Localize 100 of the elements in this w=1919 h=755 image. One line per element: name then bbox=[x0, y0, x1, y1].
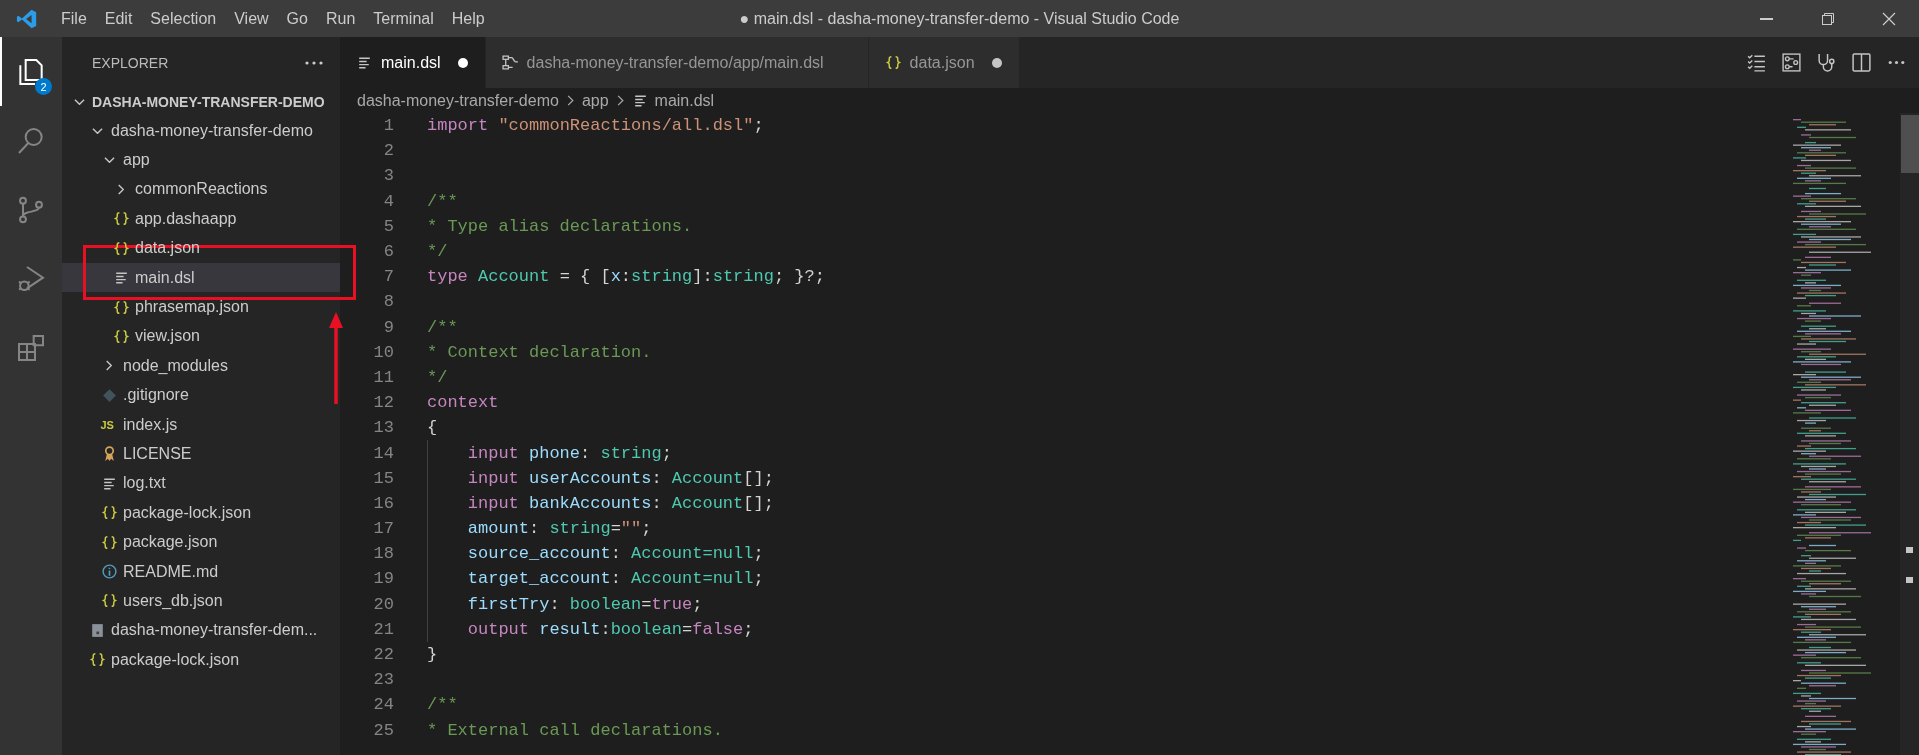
line-number: 9 bbox=[382, 317, 394, 337]
code-line: input userAccounts: Account[]; bbox=[467, 468, 774, 488]
line-number: 20 bbox=[372, 594, 394, 614]
line-number: 1 bbox=[382, 116, 394, 136]
split-editor-icon[interactable] bbox=[1851, 52, 1872, 73]
tree-item[interactable]: dasha-money-transfer-demo bbox=[62, 116, 340, 146]
braces-icon bbox=[112, 239, 130, 257]
code-line: context bbox=[427, 393, 499, 413]
line-number: 19 bbox=[372, 569, 394, 589]
line-number: 16 bbox=[372, 493, 394, 513]
code-line: * Type alias declarations. bbox=[427, 216, 693, 236]
code-line: { bbox=[427, 418, 438, 438]
tree-item[interactable]: users_db.json bbox=[62, 586, 340, 616]
code-line: /** bbox=[427, 317, 458, 337]
braces-icon bbox=[884, 54, 902, 71]
code-line: input bankAccounts: Account[]; bbox=[467, 493, 774, 513]
panel-title: EXPLORER bbox=[92, 54, 169, 71]
chevron-right-icon bbox=[118, 183, 124, 195]
code-line: /** bbox=[427, 695, 458, 715]
tree-item[interactable]: node_modules bbox=[62, 351, 340, 381]
tree-item[interactable]: JS index.js bbox=[62, 409, 340, 440]
code-line: amount: string=""; bbox=[467, 519, 652, 539]
breadcrumb-item[interactable]: main.dsl bbox=[631, 91, 715, 110]
code-line: */ bbox=[427, 367, 448, 387]
stethoscope-icon[interactable] bbox=[1816, 52, 1837, 73]
line-number: 10 bbox=[372, 342, 394, 362]
code-line: import "commonReactions/all.dsl"; bbox=[427, 116, 764, 136]
checklist-icon[interactable] bbox=[1746, 52, 1767, 73]
braces-icon bbox=[112, 327, 130, 345]
braces-icon bbox=[112, 210, 130, 228]
scrollbar-drawing[interactable] bbox=[1900, 113, 1919, 755]
editor-tab[interactable]: dasha-money-transfer-demo/app/main.dsl bbox=[485, 37, 869, 88]
tree-item[interactable]: LICENSE bbox=[62, 439, 340, 469]
editor-tab[interactable]: data.json bbox=[868, 37, 1020, 88]
line-number: 2 bbox=[382, 141, 394, 161]
code-line: source_account: Account=null; bbox=[467, 544, 764, 564]
breadcrumb-item[interactable]: app bbox=[581, 91, 609, 110]
code-line: firstTry: boolean=true; bbox=[467, 594, 703, 614]
tree-item[interactable]: package-lock.json bbox=[62, 645, 340, 675]
line-number: 21 bbox=[372, 619, 394, 639]
editor-tab[interactable]: main.dsl bbox=[340, 37, 486, 88]
tree-item[interactable]: package-lock.json bbox=[62, 498, 340, 528]
line-number: 3 bbox=[382, 166, 394, 186]
menu-item[interactable]: Edit bbox=[95, 9, 142, 28]
more-icon[interactable] bbox=[304, 59, 324, 66]
line-number: 11 bbox=[372, 367, 394, 387]
tree-item[interactable]: phrasemap.json bbox=[62, 292, 340, 322]
tree-item[interactable]: package.json bbox=[62, 527, 340, 557]
line-number: 25 bbox=[372, 720, 394, 740]
menu-item[interactable]: File bbox=[52, 9, 96, 28]
menu-item[interactable]: Terminal bbox=[364, 9, 443, 28]
unsaved-dot-icon bbox=[457, 57, 468, 68]
tree-item[interactable]: view.json bbox=[62, 321, 340, 352]
breadcrumb-item[interactable]: dasha-money-transfer-demo bbox=[357, 91, 559, 110]
line-number: 24 bbox=[372, 695, 394, 715]
menu-item[interactable]: Selection bbox=[141, 9, 226, 28]
braces-icon bbox=[88, 651, 106, 669]
tree-item[interactable]: .gitignore bbox=[62, 380, 340, 410]
close-icon bbox=[1880, 10, 1897, 27]
line-number: 17 bbox=[372, 519, 394, 539]
line-number: 15 bbox=[372, 468, 394, 488]
code-line: input phone: string; bbox=[467, 443, 672, 463]
line-number: 6 bbox=[382, 242, 394, 262]
menu-item[interactable]: Run bbox=[316, 9, 365, 28]
code-line: output result:boolean=false; bbox=[467, 619, 754, 639]
line-number: 23 bbox=[372, 670, 394, 690]
menu-item[interactable]: Help bbox=[442, 9, 494, 28]
line-number: 8 bbox=[382, 292, 394, 312]
braces-icon bbox=[100, 533, 118, 551]
diagram-icon[interactable] bbox=[1781, 52, 1802, 73]
graph-icon bbox=[501, 54, 519, 71]
chevron-down-icon bbox=[103, 157, 115, 164]
line-number: 4 bbox=[382, 191, 394, 211]
code-line: * Context declaration. bbox=[427, 342, 652, 362]
tree-item[interactable]: dasha-money-transfer-dem... bbox=[62, 615, 340, 646]
tree-item[interactable]: main.dsl bbox=[62, 262, 340, 293]
tree-item[interactable]: app bbox=[62, 145, 340, 175]
code-line: } bbox=[427, 645, 438, 665]
tree-item[interactable]: log.txt bbox=[62, 468, 340, 499]
menu-item[interactable]: Go bbox=[277, 9, 317, 28]
chevron-right-icon bbox=[106, 360, 112, 372]
unsaved-dot-icon bbox=[991, 57, 1002, 68]
line-number: 14 bbox=[372, 443, 394, 463]
line-number: 18 bbox=[372, 544, 394, 564]
section-header[interactable]: DASHA-MONEY-TRANSFER-DEMO bbox=[62, 88, 340, 116]
tree-item[interactable]: README.md bbox=[62, 556, 340, 587]
window-title: ● main.dsl - dasha-money-transfer-demo - Visual Studio Code bbox=[739, 9, 1180, 28]
minimize-icon bbox=[1760, 17, 1773, 20]
code-line: /** bbox=[427, 191, 458, 211]
braces-icon bbox=[100, 592, 118, 610]
braces-icon bbox=[112, 298, 130, 316]
code-line: */ bbox=[427, 242, 448, 262]
code-line: type Account = { [x:string]:string; }?; bbox=[427, 267, 825, 287]
code-line: * External call declarations. bbox=[427, 720, 723, 740]
js-icon: JS bbox=[100, 418, 118, 431]
menu-item[interactable]: View bbox=[225, 9, 278, 28]
line-number: 12 bbox=[372, 393, 394, 413]
tree-item[interactable]: app.dashaapp bbox=[62, 204, 340, 234]
tree-item[interactable]: commonReactions bbox=[62, 174, 340, 205]
code-line: target_account: Account=null; bbox=[467, 569, 764, 589]
